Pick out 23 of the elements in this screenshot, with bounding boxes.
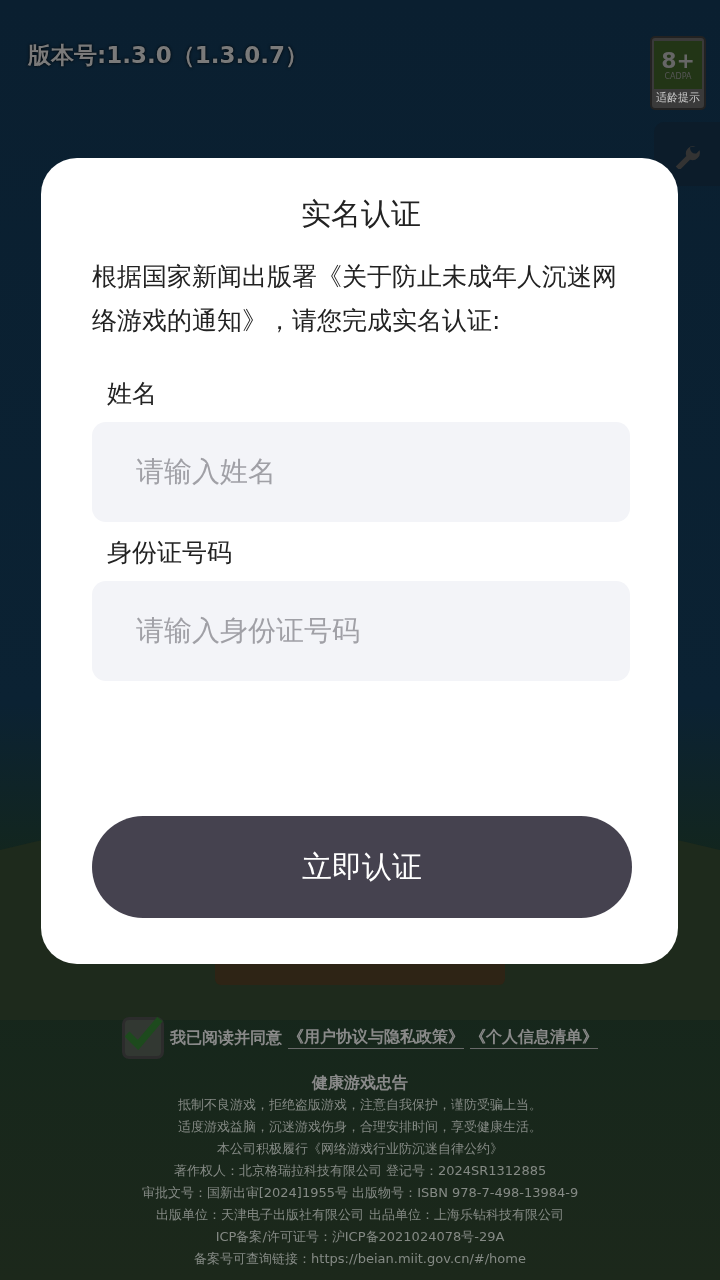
check-icon	[123, 1016, 163, 1050]
tool-button[interactable]	[654, 122, 720, 186]
version-label: 版本号:1.3.0（1.3.0.7）	[28, 41, 308, 70]
dialog-title: 实名认证	[300, 195, 422, 233]
input-field[interactable]: 请输入姓名	[92, 422, 630, 522]
notice-line: 审批文号：国新出审[2024]1955号 出版物号：ISBN 978-7-498-13984-9	[141, 1184, 579, 1202]
notice-line: ICP备案/许可证号：沪ICP备2021024078号-29A	[215, 1228, 505, 1246]
field-label: 姓名	[107, 378, 158, 410]
notice-title: 健康游戏忠告	[312, 1073, 408, 1094]
agreement-link[interactable]: 《个人信息清单》	[470, 1027, 598, 1049]
agreement-link[interactable]: 《用户协议与隐私政策》	[288, 1027, 464, 1049]
dialog-description: 根据国家新闻出版署《关于防止未成年人沉迷网络游戏的通知》，请您完成实名认证:	[92, 261, 618, 337]
agreement-text: 我已阅读并同意	[170, 1027, 282, 1049]
input-field[interactable]: 请输入身份证号码	[92, 581, 630, 681]
notice-line: 抵制不良游戏，拒绝盗版游戏，注意自我保护，谨防受骗上当。	[178, 1096, 542, 1114]
field-label: 身份证号码	[107, 537, 233, 569]
verify-button[interactable]: 立即认证	[92, 816, 632, 918]
notice-line: 本公司积极履行《网络游戏行业防沉迷自律公约》	[217, 1140, 503, 1158]
notice-line: 适度游戏益脑，沉迷游戏伤身，合理安排时间，享受健康生活。	[178, 1118, 542, 1136]
notice-line: 备案号可查询链接：https://beian.miit.gov.cn/#/home	[194, 1250, 526, 1268]
agreement-checkbox[interactable]	[122, 1017, 164, 1059]
notice-line: 出版单位：天津电子出版社有限公司 出品单位：上海乐钻科技有限公司	[156, 1206, 564, 1224]
notice-line: 著作权人：北京格瑞拉科技有限公司 登记号：2024SR1312885	[173, 1162, 547, 1180]
